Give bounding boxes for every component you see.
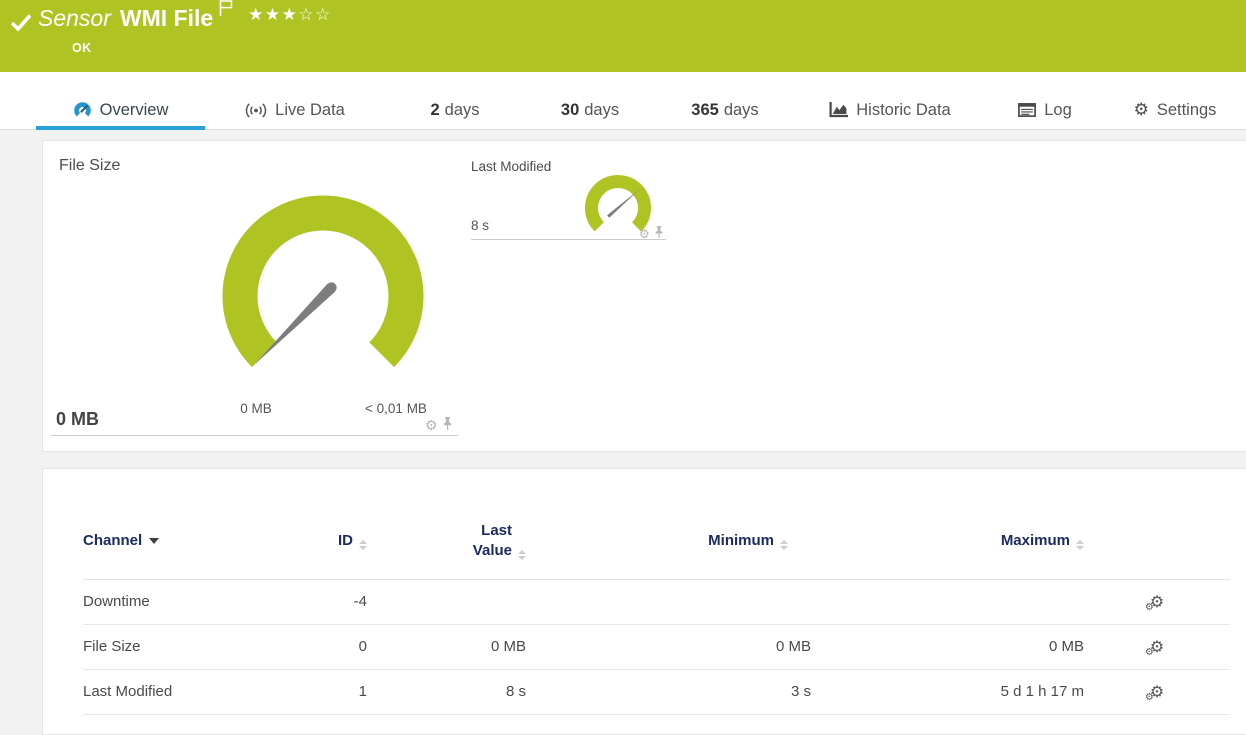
channel-id: -4 — [303, 579, 367, 625]
sort-toggle-icon — [780, 539, 788, 550]
status-badge: OK — [72, 41, 92, 55]
tab-2-days-number: 2 — [430, 100, 440, 119]
page-title: WMI File — [119, 5, 214, 31]
channel-minimum: 0 MB — [526, 624, 811, 670]
tab-live-data-label: Live Data — [275, 100, 345, 119]
area-chart-icon — [829, 102, 849, 118]
channel-id: 0 — [303, 624, 367, 670]
file-size-gauge-max-label: < 0,01 MB — [365, 401, 427, 416]
tab-365-days-number: 365 — [691, 100, 719, 119]
channel-maximum — [811, 579, 1084, 625]
sort-active-desc-icon — [149, 538, 160, 545]
channel-minimum — [526, 579, 811, 625]
channel-name: File Size — [83, 624, 303, 670]
sensor-status-banner: Sensor WMI File ★★★☆☆ OK — [0, 0, 1246, 72]
gauge-widget-divider — [51, 435, 458, 436]
sort-toggle-icon — [1076, 539, 1084, 550]
column-header-channel[interactable]: Channel — [83, 503, 303, 580]
channel-table-header-row: Channel ID Last Value Minimum Maximum — [83, 503, 1230, 580]
column-header-actions — [1084, 503, 1230, 580]
channel-last-value: 0 MB — [367, 624, 526, 670]
channel-table: Channel ID Last Value Minimum Maximum Do… — [83, 503, 1230, 715]
channel-settings-gears-icon[interactable]: ⚙ ⚙ — [1145, 682, 1164, 703]
channel-table-card: Channel ID Last Value Minimum Maximum Do… — [42, 468, 1246, 735]
gauge-pin-icon[interactable] — [654, 225, 664, 243]
column-header-id[interactable]: ID — [303, 503, 367, 580]
column-header-minimum[interactable]: Minimum — [526, 503, 811, 580]
column-header-channel-label: Channel — [83, 532, 143, 550]
tab-settings-label: Settings — [1156, 100, 1217, 119]
channel-last-value — [367, 579, 526, 625]
tab-log-label: Log — [1044, 100, 1072, 119]
priority-star-rating[interactable]: ★★★☆☆ — [248, 5, 332, 25]
gauge-icon — [73, 101, 92, 120]
file-size-gauge-title: File Size — [59, 157, 121, 174]
column-header-last-value-label: Last Value — [472, 521, 512, 559]
tab-30-days-number: 30 — [560, 100, 580, 119]
channel-settings-gears-icon[interactable]: ⚙ ⚙ — [1145, 592, 1164, 613]
column-header-last-value[interactable]: Last Value — [367, 503, 526, 580]
log-list-icon — [1018, 103, 1037, 117]
stars-empty: ☆☆ — [298, 5, 332, 24]
channel-maximum: 0 MB — [811, 624, 1084, 670]
file-size-gauge-min-label: 0 MB — [240, 401, 272, 416]
channel-last-value: 8 s — [367, 669, 526, 715]
sort-toggle-icon — [359, 539, 367, 550]
file-size-current-value: 0 MB — [56, 409, 100, 429]
tab-overview-label: Overview — [99, 100, 169, 119]
favorite-flag-icon[interactable] — [219, 0, 234, 22]
channel-minimum: 3 s — [526, 669, 811, 715]
channel-name: Downtime — [83, 579, 303, 625]
column-header-maximum[interactable]: Maximum — [811, 503, 1084, 580]
table-row-last-modified: Last Modified 1 8 s 3 s 5 d 1 h 17 m ⚙ ⚙ — [83, 669, 1230, 715]
tab-2-days-unit: days — [444, 100, 480, 119]
sensor-type-label: Sensor — [38, 5, 111, 31]
channel-name: Last Modified — [83, 669, 303, 715]
table-row-file-size: File Size 0 0 MB 0 MB 0 MB ⚙ ⚙ — [83, 624, 1230, 670]
channel-maximum: 5 d 1 h 17 m — [811, 669, 1084, 715]
tab-historic-data[interactable]: Historic Data — [795, 91, 985, 129]
sort-toggle-icon — [518, 549, 526, 560]
gauge-settings-gear-icon[interactable]: ⚙ — [425, 418, 438, 434]
table-row-downtime: Downtime -4 ⚙ ⚙ — [83, 579, 1230, 625]
tab-365-days[interactable]: 365 days — [655, 91, 795, 129]
gauge-pin-icon[interactable] — [442, 417, 453, 435]
tab-log[interactable]: Log — [985, 91, 1105, 129]
tab-overview[interactable]: Overview — [36, 91, 205, 130]
status-ok-check-icon — [10, 13, 32, 38]
file-size-gauge — [222, 195, 424, 397]
column-header-id-label: ID — [338, 531, 353, 549]
channel-settings-gears-icon[interactable]: ⚙ ⚙ — [1145, 637, 1164, 658]
live-broadcast-icon — [245, 102, 267, 118]
stars-filled: ★★★ — [248, 5, 299, 24]
tab-settings[interactable]: ⚙ Settings — [1105, 91, 1245, 129]
tab-365-days-unit: days — [723, 100, 759, 119]
gauge-widget-divider — [471, 239, 666, 240]
channel-id: 1 — [303, 669, 367, 715]
column-header-minimum-label: Minimum — [708, 531, 774, 549]
tab-bar: Overview Live Data 2 days 30 days 365 da… — [0, 72, 1246, 130]
tab-live-data[interactable]: Live Data — [205, 91, 385, 129]
last-modified-current-value: 8 s — [471, 218, 490, 233]
last-modified-gauge-title: Last Modified — [471, 159, 552, 174]
tab-historic-data-label: Historic Data — [856, 100, 951, 119]
tab-30-days-unit: days — [584, 100, 620, 119]
gear-icon: ⚙ — [1133, 100, 1149, 120]
tab-30-days[interactable]: 30 days — [525, 91, 655, 129]
tab-2-days[interactable]: 2 days — [385, 91, 525, 129]
column-header-maximum-label: Maximum — [1000, 531, 1070, 549]
gauges-card: File Size 0 MB < 0,01 MB 0 MB ⚙ Last Mod… — [42, 140, 1246, 452]
